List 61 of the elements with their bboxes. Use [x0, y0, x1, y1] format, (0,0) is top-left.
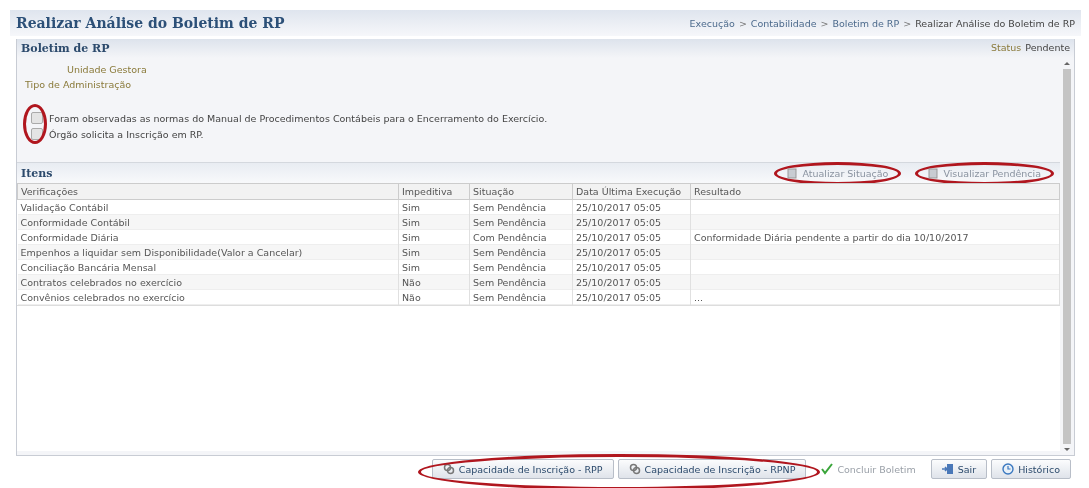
page-title: Realizar Análise do Boletim de RP: [16, 15, 285, 31]
table-cell: Conformidade Diária: [20, 231, 119, 243]
toolbar-button[interactable]: Sair: [930, 459, 988, 479]
toolbar-button[interactable]: Capacidade de Inscrição - RPP: [431, 459, 614, 479]
breadcrumb-separator: >: [738, 17, 747, 29]
table-cell: ...: [694, 291, 704, 303]
table-cell: 25/10/2017 05:05: [576, 261, 662, 273]
chain-icon: [628, 463, 641, 475]
checkbox-label: Foram observadas as normas do Manual de Procedimentos Contábeis para o Encerramento do Exercício.: [49, 112, 548, 124]
table-cell: 25/10/2017 05:05: [576, 291, 662, 303]
section-title: Boletim de RP: [21, 42, 110, 57]
table-cell: Sem Pendência: [473, 246, 546, 258]
table-cell: Sem Pendência: [473, 276, 546, 288]
table-cell: 25/10/2017 05:05: [576, 231, 662, 243]
table-cell: Sim: [402, 261, 420, 273]
checkbox-label: Órgão solicita a Inscrição em RP.: [49, 128, 204, 140]
clock-icon: [1002, 463, 1015, 475]
table-cell: Conformidade Diária pendente a partir do dia 10/10/2017: [694, 231, 969, 243]
table-cell: Sim: [402, 231, 420, 243]
table-cell: Com Pendência: [473, 231, 547, 243]
table-cell: 25/10/2017 05:05: [576, 246, 662, 258]
table-cell: Conciliação Bancária Mensal: [20, 261, 157, 273]
section-title: Itens: [21, 166, 53, 180]
toolbar-button[interactable]: Capacidade de Inscrição - RPNP: [617, 459, 807, 479]
table-cell: 25/10/2017 05:05: [576, 276, 662, 288]
table-cell: 25/10/2017 05:05: [576, 216, 662, 228]
door-icon: [941, 463, 954, 475]
chain-icon: [442, 463, 455, 475]
table-cell: Conformidade Contábil: [20, 216, 130, 228]
table-cell: Sem Pendência: [473, 201, 546, 213]
table-cell: 25/10/2017 05:05: [576, 201, 662, 213]
checkmark-icon: [821, 463, 834, 475]
breadcrumb-link[interactable]: Boletim de RP: [832, 17, 900, 29]
column-header[interactable]: Resultado: [690, 183, 1060, 200]
table-cell: Não: [402, 276, 421, 288]
column-header[interactable]: Data Última Execução: [572, 183, 691, 200]
breadcrumb-link[interactable]: Contabilidade: [750, 17, 817, 29]
column-header[interactable]: Impeditiva: [398, 183, 470, 200]
field-label: Unidade Gestora: [66, 63, 148, 77]
document-icon: [787, 167, 799, 179]
status-value: Pendente: [1025, 42, 1070, 55]
toolbar-button[interactable]: Histórico: [991, 459, 1071, 479]
document-icon: [928, 167, 940, 179]
column-header[interactable]: Verificações: [17, 183, 399, 200]
table-cell: Convênios celebrados no exercício: [20, 291, 185, 303]
table-cell: Empenhos a liquidar sem Disponibilidade(Valor a Cancelar): [20, 246, 303, 258]
table-cell: Sem Pendência: [473, 216, 546, 228]
table-cell: Sem Pendência: [473, 261, 546, 273]
table-cell: Sem Pendência: [473, 291, 546, 303]
breadcrumb-separator: >: [903, 17, 912, 29]
table-cell: Contratos celebrados no exercício: [20, 276, 182, 288]
table-cell: Sim: [402, 201, 420, 213]
table-cell: Sim: [402, 216, 420, 228]
breadcrumb-separator: >: [820, 17, 829, 29]
breadcrumb-link[interactable]: Execução: [689, 17, 735, 29]
column-header[interactable]: Situação: [469, 183, 573, 200]
table-cell: Validação Contábil: [20, 201, 109, 213]
field-label: Tipo de Administração: [24, 78, 133, 92]
table-cell: Não: [402, 291, 421, 303]
status-label: Status: [991, 42, 1022, 55]
table-cell: Sim: [402, 246, 420, 258]
